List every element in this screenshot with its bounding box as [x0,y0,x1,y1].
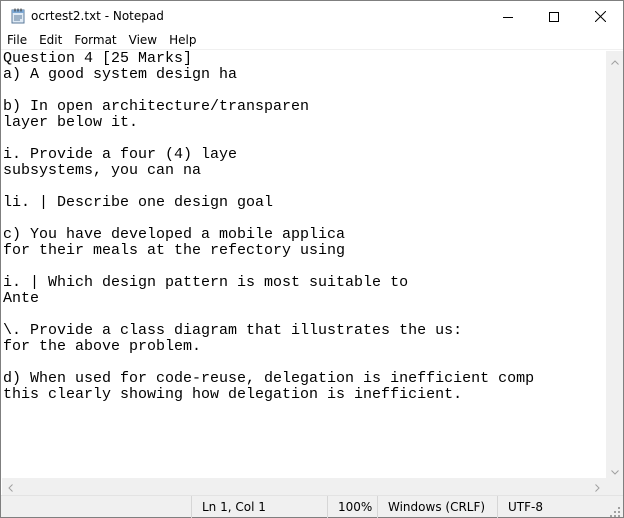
text-line: i. Provide a four (4) laye [3,146,238,163]
menu-help[interactable]: Help [163,31,202,49]
title-bar[interactable]: ocrtest2.txt - Notepad [1,1,623,31]
maximize-icon [549,7,559,26]
resize-grip-icon[interactable] [609,503,621,517]
scroll-left-button[interactable] [2,478,19,495]
menu-edit[interactable]: Edit [33,31,68,49]
close-button[interactable] [577,1,623,31]
text-line: this clearly showing how delegation is i… [3,386,463,403]
encoding: UTF-8 [497,496,623,518]
chevron-left-icon [8,477,13,496]
text-editor[interactable]: Question 4 [25 Marks] a) A good system d… [2,51,606,478]
notepad-window: ocrtest2.txt - Notepad File Edit Format … [0,0,624,518]
chevron-down-icon [610,460,619,479]
text-line: Ante [3,290,40,307]
status-bar: Ln 1, Col 1 100% Windows (CRLF) UTF-8 [1,495,623,518]
close-icon [594,7,606,26]
minimize-button[interactable] [485,1,531,31]
notepad-icon[interactable] [11,8,25,24]
text-line: d) When used for code-reuse, delegation … [3,370,535,387]
scroll-down-button[interactable] [606,461,623,478]
minimize-icon [503,7,513,26]
text-line: subsystems, you can na [3,162,202,179]
text-line: li. | Describe one design goal [3,194,274,211]
text-line: Question 4 [25 Marks] [3,51,193,67]
menu-format[interactable]: Format [68,31,122,49]
text-line: i. | Which design pattern is most suitab… [3,274,409,291]
scroll-up-button[interactable] [606,51,623,68]
horizontal-scrollbar[interactable] [2,478,606,495]
chevron-up-icon [610,50,619,69]
text-line: b) In open architecture/transparen [3,98,310,115]
vertical-scrollbar[interactable] [606,51,623,478]
scrollbar-corner [606,478,623,495]
cursor-position: Ln 1, Col 1 [191,496,327,518]
zoom-level: 100% [327,496,377,518]
menu-bar: File Edit Format View Help [1,31,623,50]
text-line: c) You have developed a mobile applica [3,226,346,243]
menu-view[interactable]: View [123,31,163,49]
menu-file[interactable]: File [1,31,33,49]
text-line: layer below it. [3,114,139,131]
text-line: for their meals at the refectory using [3,242,346,259]
maximize-button[interactable] [531,1,577,31]
text-line: a) A good system design ha [3,66,238,83]
chevron-right-icon [595,477,600,496]
line-ending: Windows (CRLF) [377,496,497,518]
window-title: ocrtest2.txt - Notepad [31,9,164,23]
text-line: for the above problem. [3,338,202,355]
scroll-right-button[interactable] [589,478,606,495]
text-line: \. Provide a class diagram that illustra… [3,322,463,339]
